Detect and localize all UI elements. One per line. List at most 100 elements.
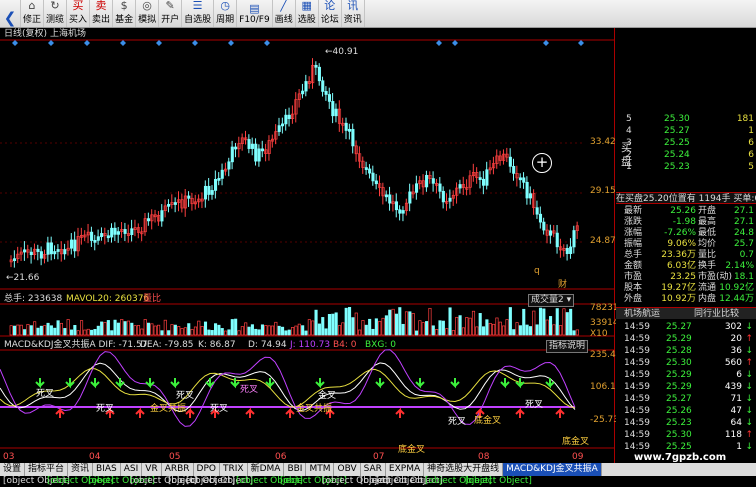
indicator-tab[interactable]: 新DMA (248, 463, 285, 476)
indicator-tab[interactable]: BBI (284, 463, 307, 476)
toolbar-home-button[interactable]: ⌂ 修正 (21, 0, 45, 27)
ask-volume: 6 (748, 138, 754, 148)
diamond-marker-icon (543, 40, 549, 46)
indicator-tab[interactable]: 指标平台 (25, 463, 69, 476)
indicator-tab[interactable]: VR (142, 463, 162, 476)
volume-bar (431, 325, 435, 336)
tick-price: 25.29 (666, 382, 692, 392)
ask-row[interactable]: 4 25.27 1 (616, 125, 756, 137)
tick-volume: 1 (736, 442, 742, 452)
volume-bar (207, 329, 211, 336)
indicator-tab[interactable]: ARBR (162, 463, 194, 476)
kline-chart-area[interactable]: 日线(复权) 上海机场 ←40.91 ←21.66 33.42 29.15 24… (0, 28, 622, 463)
ask-row[interactable]: 2 25.24 6 (616, 149, 756, 161)
toolbar-stock-picker-button[interactable]: ▦ 选股 (296, 0, 319, 27)
volume-bar (220, 328, 224, 336)
cross-label: 金叉共振 (150, 404, 187, 414)
quote-panel: 买 盘 5 25.30 181 4 25.27 1 3 25.25 6 2 25.24 6 1 25.23… (616, 28, 756, 463)
indicator-tab[interactable]: EXPMA (386, 463, 425, 476)
candle-body (160, 210, 164, 222)
toolbar-buy-button[interactable]: 买买入 (67, 0, 91, 27)
sell-arrow-icon (500, 378, 510, 389)
indicator-tab[interactable]: MACD&KDJ金叉共振A (503, 463, 602, 476)
toolbar-forum-button[interactable]: 论论坛 (319, 0, 342, 27)
sell-arrow-icon (90, 378, 100, 389)
stock-picker-icon: ▦ (301, 0, 312, 12)
ask-row[interactable]: 1 25.23 5 (616, 161, 756, 173)
toolbar: ❮ ⌂ 修正 ↻ 测缆买买入卖卖出 $ 基金 ◎ 模拟 ✎ 开户 ☰ 自选股 ◷ 周期 ▤ F10/F9 ╱ 画线 ▦… (0, 0, 756, 28)
stat-row: 外盘 10.92万 内盘 12.44万 (616, 293, 756, 305)
toolbar-sell-button[interactable]: 卖卖出 (90, 0, 114, 27)
diamond-marker-icon (264, 40, 270, 46)
tick-row: 14:59 25.29 439 ↓ (616, 381, 756, 393)
toolbar-draw-line-button[interactable]: ╱ 画线 (273, 0, 296, 27)
kdj-j-line (0, 349, 576, 427)
tick-row: 14:59 25.28 36 ↓ (616, 345, 756, 357)
volume-bar (381, 317, 385, 336)
ask-row[interactable]: 3 25.25 6 (616, 137, 756, 149)
indicator-tab[interactable]: TRIX (220, 463, 248, 476)
ask-row[interactable]: 5 25.30 181 (616, 113, 756, 125)
tab-peer-compare[interactable]: 同行业比较 (694, 308, 739, 320)
period-label[interactable]: 日线(复权) (4, 29, 47, 40)
tick-row: 14:59 25.27 302 ↓ (616, 321, 756, 333)
dea-value: DEA: -79.85 (140, 340, 194, 350)
toolbar-news-button[interactable]: 讯资讯 (342, 0, 365, 27)
volume-bar (351, 317, 355, 336)
toolbar-simulate-button[interactable]: ◎ 模拟 (136, 0, 160, 27)
volume-bar (237, 330, 241, 336)
toolbar-account-button[interactable]: ✎ 开户 (159, 0, 183, 27)
toolbar-watchlist-button[interactable]: ☰ 自选股 (182, 0, 215, 27)
volume-bar (33, 321, 37, 336)
candle-body (425, 174, 429, 188)
indicator-tab[interactable]: 资讯 (68, 463, 94, 476)
candle-body (317, 66, 321, 82)
volume-bar (173, 324, 177, 336)
indicator-tab[interactable]: BIAS (93, 463, 121, 476)
watchlist-icon: ☰ (192, 0, 203, 12)
candle-body (384, 194, 388, 198)
j-value: J: 110.73 (290, 340, 331, 350)
toolbar-fund-button[interactable]: $ 基金 (113, 0, 137, 27)
volume-bar (110, 330, 114, 336)
indicator-help-button[interactable]: 指标说明 (546, 340, 589, 353)
indicator-tab[interactable]: 神奇选股大开盘线 (424, 463, 504, 476)
volume-bar (498, 321, 502, 336)
volume-bar (180, 328, 184, 336)
volume-bar (552, 324, 556, 336)
diamond-marker-icon (12, 40, 18, 46)
kline-chart-canvas[interactable] (0, 28, 615, 463)
toolbar-refresh-button[interactable]: ↻ 测缆 (44, 0, 68, 27)
toolbar-label: F10/F9 (239, 15, 270, 25)
indicator-tab[interactable]: ASI (121, 463, 143, 476)
buy-icon: 买 (72, 0, 84, 12)
tab-industry[interactable]: 机场航运 (624, 308, 660, 320)
cross-label: 底金叉 (562, 437, 590, 447)
indicator-tab[interactable]: 设置 (0, 463, 26, 476)
indicator-tab[interactable]: OBV (334, 463, 361, 476)
tick-volume: 64 (730, 418, 742, 428)
indicator-tab[interactable]: SAR (361, 463, 386, 476)
watermark: www.7gpzb.com (634, 452, 727, 463)
ask-volume: 1 (748, 126, 754, 136)
sell-arrow-icon (115, 378, 125, 389)
toolbar-period-button[interactable]: ◷ 周期 (214, 0, 238, 27)
candle-body (284, 114, 288, 125)
candle-body (344, 122, 348, 131)
candle-body (348, 128, 352, 132)
toolbar-label: 论坛 (320, 15, 339, 25)
indicator-tab[interactable]: MTM (306, 463, 335, 476)
volume-bar (425, 321, 429, 336)
volume-bar (502, 325, 506, 336)
candle-body (96, 236, 100, 241)
volume-dropdown[interactable]: 成交量2 ▾ (528, 294, 575, 307)
indicator-tab[interactable]: DPO (194, 463, 220, 476)
volume-bar (475, 326, 479, 336)
volume-bar (230, 319, 234, 336)
toolbar-back-arrow-button[interactable]: ❮ (0, 0, 21, 27)
volume-bar (441, 320, 445, 336)
toolbar-f10-button[interactable]: ▤ F10/F9 (237, 0, 273, 27)
diamond-marker-icon (452, 40, 458, 46)
volume-bar (133, 325, 137, 336)
finance-marker[interactable]: 财 (558, 280, 567, 291)
